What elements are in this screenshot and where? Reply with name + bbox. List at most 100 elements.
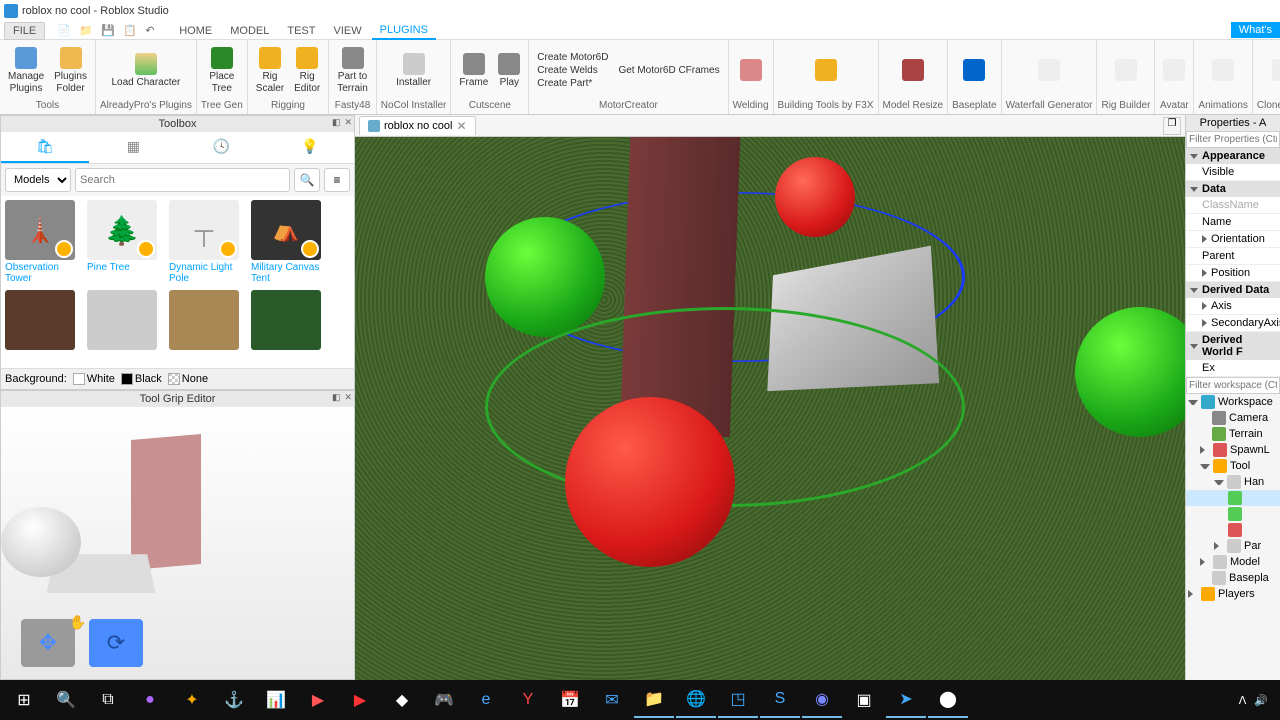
toolbox-grid[interactable]: 🗼Observation Tower 🌲Pine Tree ┬Dynamic L… <box>1 196 354 368</box>
place-tree-button[interactable]: Place Tree <box>201 45 243 97</box>
taskbar-app[interactable]: ➤ <box>886 682 926 718</box>
filter-button[interactable]: ≡ <box>324 168 350 192</box>
start-button[interactable]: ⊞ <box>4 682 44 718</box>
taskbar-discord[interactable]: ◉ <box>802 682 842 718</box>
tree-item[interactable] <box>1186 522 1280 538</box>
menu-home[interactable]: HOME <box>171 23 220 39</box>
open-icon[interactable]: 📁 <box>79 24 93 38</box>
toolbox-tab-creations[interactable]: 💡 <box>266 132 354 163</box>
new-icon[interactable]: 📄 <box>57 24 71 38</box>
pin-icon[interactable]: ◧ <box>332 392 341 403</box>
toolbox-search-input[interactable] <box>75 168 290 192</box>
taskbar-edge[interactable]: e <box>466 682 506 718</box>
whats-new-button[interactable]: What's <box>1231 22 1280 38</box>
close-icon[interactable]: ✕ <box>344 117 352 128</box>
move-tool-button[interactable]: ✥ <box>21 619 75 667</box>
rig-builder-button[interactable] <box>1111 57 1141 85</box>
viewport-tab[interactable]: roblox no cool ✕ <box>359 116 476 135</box>
properties-filter-input[interactable] <box>1186 131 1280 148</box>
prop-position[interactable]: Position <box>1186 265 1280 282</box>
asset-item[interactable]: 🌲Pine Tree <box>87 200 163 284</box>
tree-item[interactable] <box>1186 506 1280 522</box>
3d-viewport[interactable] <box>355 137 1185 680</box>
plugins-folder-button[interactable]: Plugins Folder <box>50 45 91 97</box>
taskbar-chrome[interactable]: 🌐 <box>676 682 716 718</box>
taskbar-app[interactable]: 📊 <box>256 682 296 718</box>
close-icon[interactable]: ✕ <box>344 392 352 403</box>
clonetroop-button[interactable] <box>1268 57 1280 85</box>
task-view-icon[interactable]: ⧉ <box>88 682 128 718</box>
asset-item[interactable] <box>169 290 245 352</box>
toolbox-category-select[interactable]: Models <box>5 168 71 192</box>
taskbar-obs[interactable]: ⬤ <box>928 682 968 718</box>
create-motor-link[interactable]: Create Motor6D <box>537 52 608 63</box>
asset-item[interactable]: 🗼Observation Tower <box>5 200 81 284</box>
section-data[interactable]: Data <box>1186 181 1280 197</box>
taskbar-app[interactable]: ● <box>130 682 170 718</box>
play-button[interactable]: Play <box>494 51 524 91</box>
tab-close-icon[interactable]: ✕ <box>457 119 467 133</box>
bg-black-option[interactable]: Black <box>121 373 162 385</box>
load-character-button[interactable]: Load Character <box>107 51 184 91</box>
search-icon[interactable]: 🔍 <box>46 682 86 718</box>
taskbar-skype[interactable]: S <box>760 682 800 718</box>
tree-camera[interactable]: Camera <box>1186 410 1280 426</box>
rotate-tool-button[interactable]: ⟳ <box>89 619 143 667</box>
avatar-button[interactable] <box>1159 57 1189 85</box>
taskbar-app[interactable]: ✦ <box>172 682 212 718</box>
tree-attachment[interactable] <box>1186 490 1280 506</box>
building-tools-button[interactable] <box>811 57 841 85</box>
taskbar-app[interactable]: ▶ <box>340 682 380 718</box>
toolbox-tab-inventory[interactable]: ▦ <box>89 132 177 163</box>
tree-baseplate[interactable]: Basepla <box>1186 570 1280 586</box>
toolbox-tab-recent[interactable]: 🕓 <box>178 132 266 163</box>
manage-plugins-button[interactable]: Manage Plugins <box>4 45 48 97</box>
asset-item[interactable]: ⛺Military Canvas Tent <box>251 200 327 284</box>
tree-model[interactable]: Model <box>1186 554 1280 570</box>
menu-view[interactable]: VIEW <box>325 23 369 39</box>
part-terrain-button[interactable]: Part to Terrain <box>333 45 372 97</box>
prop-secondary-axis[interactable]: SecondaryAxis <box>1186 315 1280 332</box>
baseplate-button[interactable] <box>959 57 989 85</box>
get-cframes-link[interactable]: Get Motor6D CFrames <box>618 65 719 76</box>
tree-handle[interactable]: Han <box>1186 474 1280 490</box>
asset-item[interactable] <box>87 290 163 352</box>
menu-plugins[interactable]: PLUGINS <box>372 22 436 40</box>
model-resize-button[interactable] <box>898 57 928 85</box>
restore-window-icon[interactable]: ❐ <box>1163 117 1181 135</box>
taskbar-roblox-studio[interactable]: ◳ <box>718 682 758 718</box>
system-tray[interactable]: ᐱ 🔊 <box>1239 694 1276 707</box>
bg-white-option[interactable]: White <box>73 373 115 385</box>
taskbar-app[interactable]: ⚓ <box>214 682 254 718</box>
taskbar-app[interactable]: ▶ <box>298 682 338 718</box>
prop-orientation[interactable]: Orientation <box>1186 231 1280 248</box>
tree-spawn[interactable]: SpawnL <box>1186 442 1280 458</box>
create-welds-link[interactable]: Create Welds <box>537 65 608 76</box>
taskbar-app[interactable]: ✉ <box>592 682 632 718</box>
explorer-filter-input[interactable] <box>1186 377 1280 394</box>
rig-editor-button[interactable]: Rig Editor <box>290 45 324 97</box>
welding-button[interactable] <box>736 57 766 85</box>
rig-scaler-button[interactable]: Rig Scaler <box>252 45 288 97</box>
taskbar-app[interactable]: ◆ <box>382 682 422 718</box>
bg-none-option[interactable]: None <box>168 373 208 385</box>
pin-icon[interactable]: ◧ <box>332 117 341 128</box>
waterfall-button[interactable] <box>1034 57 1064 85</box>
frame-button[interactable]: Frame <box>455 51 492 91</box>
menu-test[interactable]: TEST <box>279 23 323 39</box>
tree-tool[interactable]: Tool <box>1186 458 1280 474</box>
prop-visible[interactable]: Visible <box>1186 164 1280 181</box>
section-derived-world[interactable]: Derived World F <box>1186 332 1280 360</box>
prop-axis[interactable]: Axis <box>1186 298 1280 315</box>
menu-model[interactable]: MODEL <box>222 23 277 39</box>
asset-item[interactable] <box>5 290 81 352</box>
tree-workspace[interactable]: Workspace <box>1186 394 1280 410</box>
asset-item[interactable] <box>251 290 327 352</box>
menu-file[interactable]: FILE <box>4 22 45 40</box>
tool-grip-viewport[interactable]: ✥ ⟳ ✋ <box>1 407 354 679</box>
create-part-link[interactable]: Create Part* <box>537 78 608 89</box>
tree-players[interactable]: Players <box>1186 586 1280 602</box>
section-appearance[interactable]: Appearance <box>1186 148 1280 164</box>
taskbar-app[interactable]: ▣ <box>844 682 884 718</box>
tray-chevron-icon[interactable]: ᐱ <box>1239 694 1247 707</box>
